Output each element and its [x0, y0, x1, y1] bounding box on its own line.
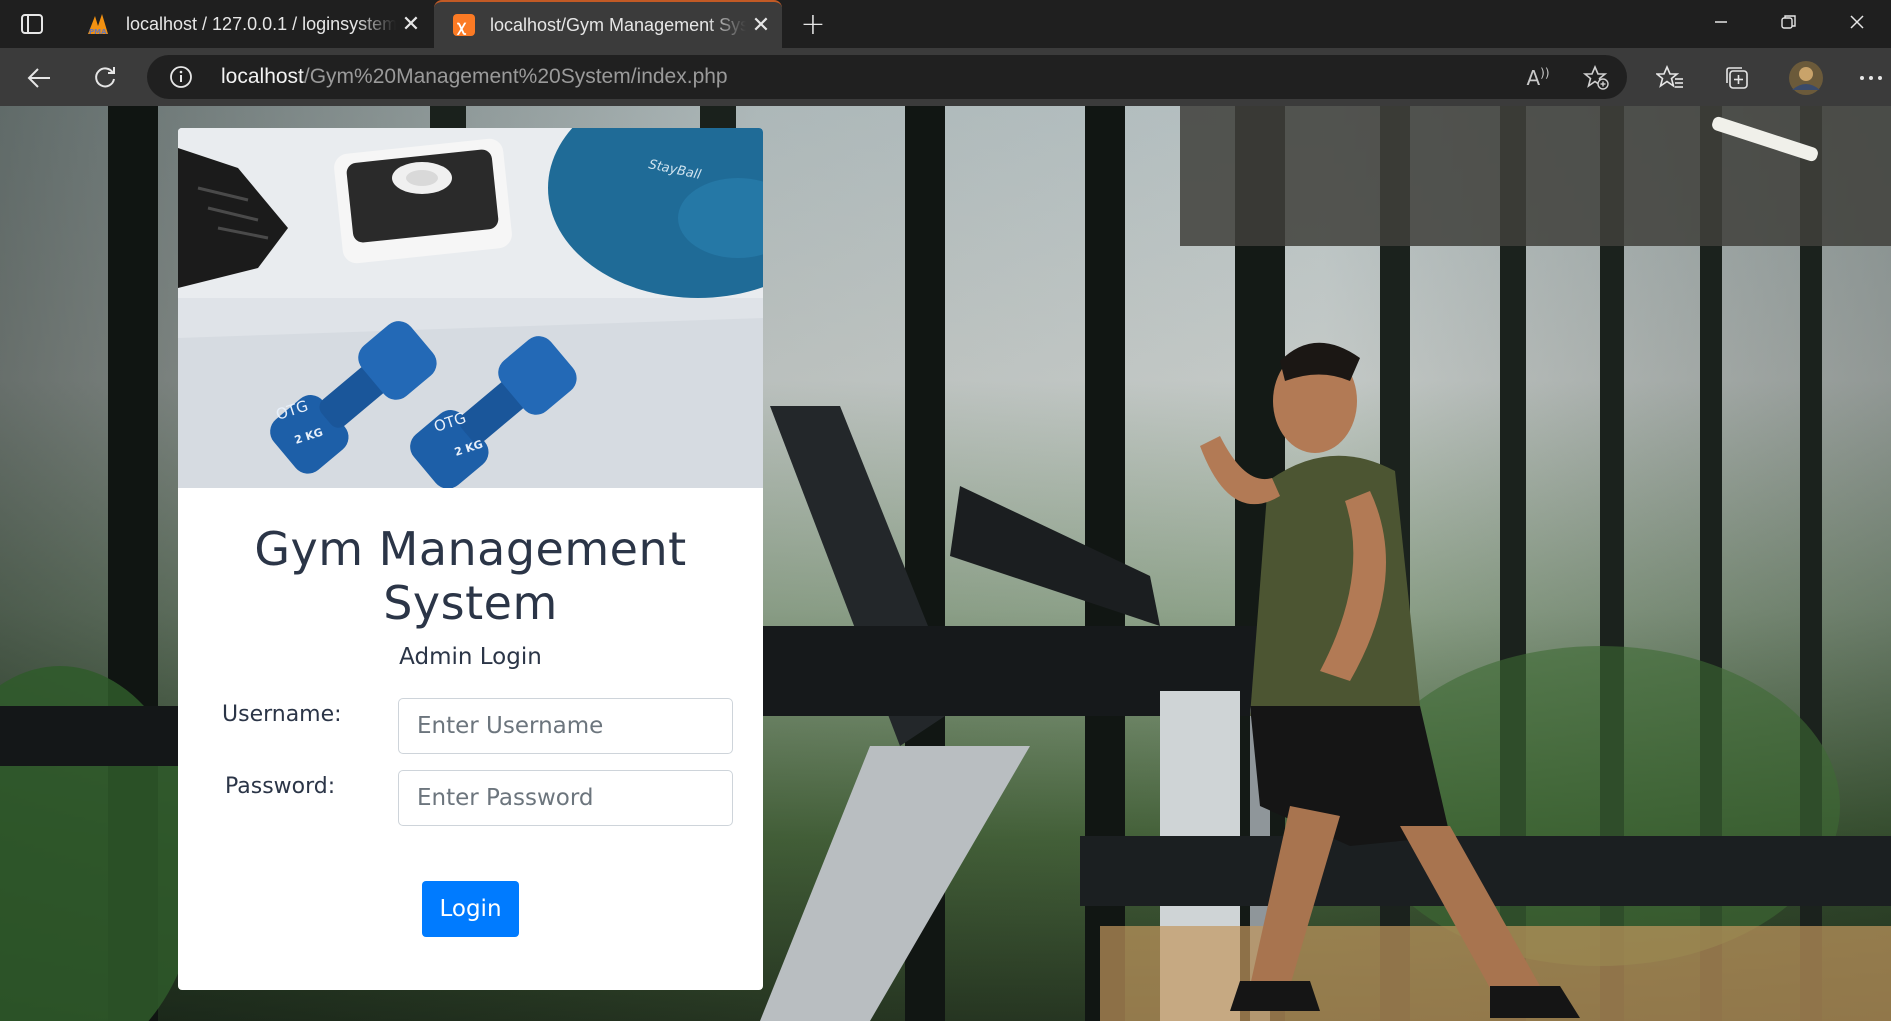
xampp-icon: ꭓ	[450, 12, 478, 38]
profile-button[interactable]	[1786, 58, 1826, 98]
close-icon[interactable]: ✕	[396, 9, 426, 39]
tab-gym-management[interactable]: ꭓ localhost/Gym Management System ✕	[434, 0, 782, 48]
url-text[interactable]: localhost/Gym%20Management%20System/inde…	[221, 65, 728, 89]
browser-tab-strip: PMA localhost / 127.0.0.1 / loginsystem …	[0, 0, 1891, 48]
settings-more-button[interactable]	[1851, 58, 1891, 98]
close-icon[interactable]: ✕	[746, 10, 776, 40]
site-info-icon[interactable]	[169, 65, 193, 89]
new-tab-button[interactable]: +	[795, 6, 831, 42]
tab-actions-menu-button[interactable]	[14, 10, 50, 38]
svg-text:PMA: PMA	[89, 28, 107, 36]
url-host: localhost	[221, 65, 304, 88]
minimize-icon	[1715, 21, 1727, 23]
restore-icon	[1781, 15, 1796, 29]
window-controls	[1687, 0, 1891, 44]
restore-button[interactable]	[1755, 0, 1823, 44]
collections-icon	[1726, 67, 1748, 89]
close-window-icon	[1850, 15, 1864, 29]
password-label: Password:	[225, 774, 336, 799]
password-input[interactable]	[398, 770, 733, 826]
tab-title: localhost / 127.0.0.1 / loginsystem	[126, 13, 396, 34]
tab-actions-icon	[21, 14, 43, 34]
username-input[interactable]	[398, 698, 733, 754]
title-line-1: Gym Management	[254, 522, 687, 576]
tab-title: localhost/Gym Management System	[490, 14, 746, 35]
avatar	[1789, 61, 1823, 95]
back-arrow-icon	[27, 68, 50, 88]
username-label: Username:	[222, 702, 342, 727]
login-button[interactable]: Login	[422, 881, 519, 937]
phpmyadmin-icon: PMA	[86, 11, 114, 37]
admin-login-subtitle: Admin Login	[399, 644, 542, 670]
back-button[interactable]	[19, 58, 59, 98]
collections-button[interactable]	[1717, 58, 1757, 98]
address-bar[interactable]: localhost/Gym%20Management%20System/inde…	[147, 55, 1627, 99]
refresh-icon	[95, 67, 115, 88]
url-path: /Gym%20Management%20System/index.php	[303, 65, 728, 88]
login-card: StayBall OTG 2 KG OTG 2 KG Gym Managemen…	[178, 128, 763, 990]
minimize-button[interactable]	[1687, 0, 1755, 44]
refresh-button[interactable]	[85, 58, 125, 98]
tab-phpmyadmin[interactable]: PMA localhost / 127.0.0.1 / loginsystem …	[70, 0, 432, 48]
page-title: Gym Management System	[178, 522, 763, 630]
close-window-button[interactable]	[1823, 0, 1891, 44]
favorites-icon	[1656, 65, 1683, 88]
favorites-button[interactable]	[1650, 58, 1690, 98]
read-aloud-icon[interactable]: A))	[1524, 65, 1552, 91]
page-background: StayBall OTG 2 KG OTG 2 KG Gym Managemen…	[0, 106, 1891, 1021]
browser-toolbar: localhost/Gym%20Management%20System/inde…	[0, 48, 1891, 106]
title-line-2: System	[383, 576, 558, 630]
dumbbells-photo: StayBall OTG 2 KG OTG 2 KG	[178, 128, 763, 488]
more-dots-icon	[1860, 76, 1882, 80]
add-favorite-icon[interactable]	[1582, 65, 1610, 91]
